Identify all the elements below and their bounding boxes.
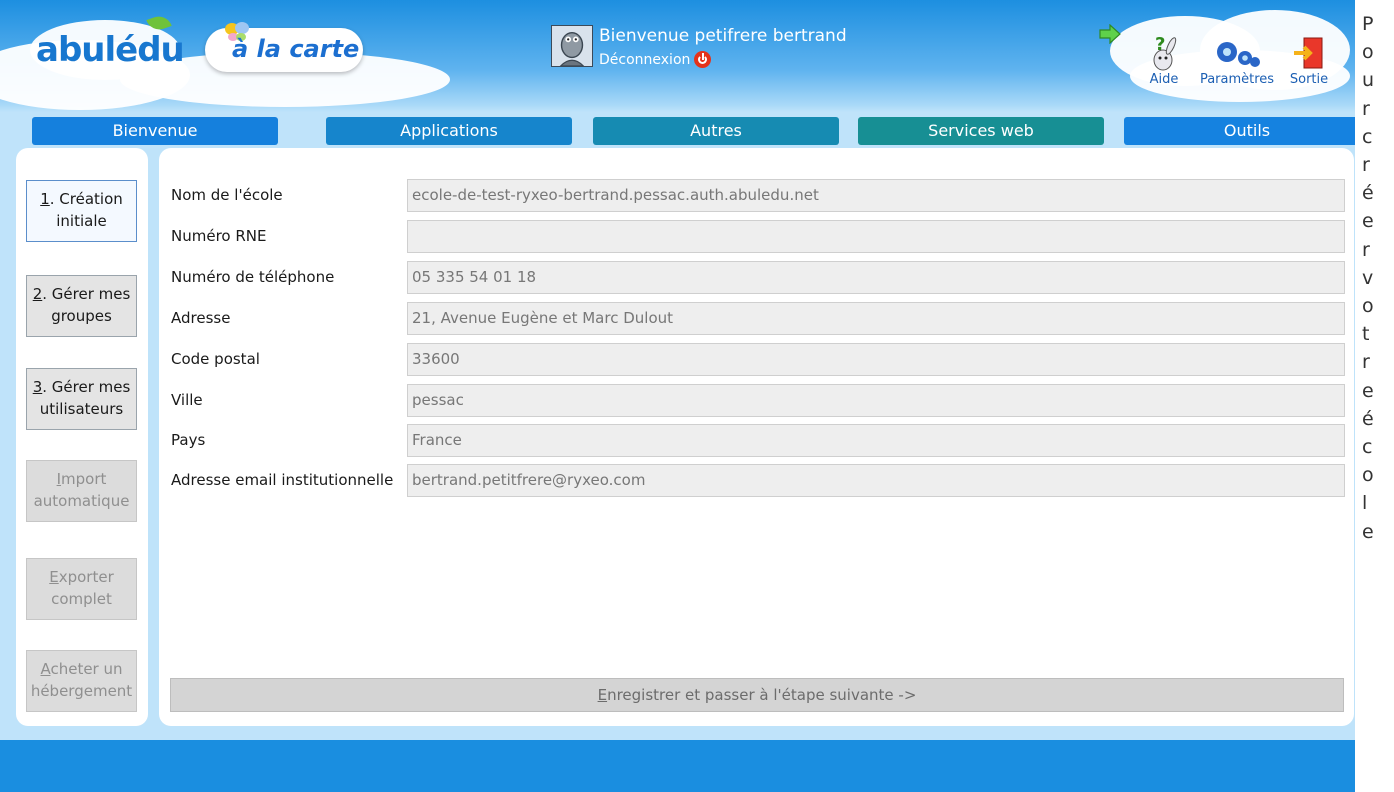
ville-field[interactable]: pessac	[407, 384, 1345, 417]
step-label: . Création	[49, 190, 123, 208]
form-row: Numéro RNE	[171, 220, 1347, 253]
form-row: Adresse email institutionnelle bertrand.…	[171, 464, 1347, 497]
step-label: . Gérer mes	[42, 285, 131, 303]
field-label-ville: Ville	[171, 391, 203, 409]
logout-label[interactable]: Déconnexion	[599, 52, 690, 68]
main-navigation: Bienvenue Applications Autres Services w…	[32, 117, 1355, 145]
step-key: A	[40, 660, 51, 678]
step-gerer-utilisateurs-button[interactable]: 3. Gérer mes utilisateurs	[26, 368, 137, 430]
caption-letter: e	[1362, 520, 1374, 543]
rne-field[interactable]	[407, 220, 1345, 253]
code-postal-field[interactable]: 33600	[407, 343, 1345, 376]
step-key: 3	[32, 378, 43, 396]
caption-letter: o	[1362, 464, 1374, 487]
settings-button[interactable]: Paramètres	[1193, 34, 1281, 87]
caption-letter: u	[1362, 69, 1375, 92]
field-label-email: Adresse email institutionnelle	[171, 471, 394, 489]
step-creation-initiale-button[interactable]: 1. Création initiale	[26, 180, 137, 242]
tab-services-web[interactable]: Services web	[858, 117, 1104, 145]
footer-bar	[0, 740, 1355, 792]
email-field[interactable]: bertrand.petitfrere@ryxeo.com	[407, 464, 1345, 497]
caption-letter: r	[1362, 238, 1370, 261]
carte-title: à la carte	[232, 35, 360, 63]
help-label[interactable]: Aide	[1150, 72, 1179, 87]
form-row: Ville pessac	[171, 384, 1347, 417]
field-label-rne: Numéro RNE	[171, 227, 267, 245]
caption-letter: l	[1362, 492, 1368, 515]
welcome-message: Bienvenue petifrere bertrand	[599, 26, 847, 46]
save-label: nregistrer et passer à l'étape suivante …	[607, 686, 917, 704]
pays-field[interactable]: France	[407, 424, 1345, 457]
step-label: cheter un	[50, 660, 123, 678]
help-rabbit-icon: ?	[1153, 34, 1177, 71]
form-row: Numéro de téléphone 05 335 54 01 18	[171, 261, 1347, 294]
settings-label[interactable]: Paramètres	[1200, 72, 1274, 87]
exit-door-icon	[1294, 37, 1323, 69]
caption-letter: o	[1362, 41, 1374, 64]
tab-bienvenue[interactable]: Bienvenue	[32, 117, 278, 145]
application-window: abulédu à la carte Bienvenue petifrere b…	[0, 0, 1355, 792]
caption-letter: t	[1362, 323, 1370, 346]
caption-letter: r	[1362, 97, 1370, 120]
step-gerer-groupes-button[interactable]: 2. Gérer mes groupes	[26, 275, 137, 337]
caption-letter: o	[1362, 295, 1374, 318]
caption-letter: e	[1362, 210, 1374, 233]
form-row: Adresse 21, Avenue Eugène et Marc Dulout	[171, 302, 1347, 335]
school-form-panel: Nom de l'école ecole-de-test-ryxeo-bertr…	[159, 148, 1354, 726]
field-label-adresse: Adresse	[171, 309, 231, 327]
logout-link[interactable]: Déconnexion	[599, 51, 712, 68]
step-label-line2: complet	[51, 590, 112, 608]
acheter-hebergement-button[interactable]: Acheter un hébergement	[26, 650, 137, 712]
telephone-field[interactable]: 05 335 54 01 18	[407, 261, 1345, 294]
form-row: Code postal 33600	[171, 343, 1347, 376]
field-label-nom-ecole: Nom de l'école	[171, 186, 283, 204]
tab-applications[interactable]: Applications	[326, 117, 572, 145]
step-key: 1	[40, 190, 50, 208]
tab-outils[interactable]: Outils	[1124, 117, 1355, 145]
form-row: Pays France	[171, 424, 1347, 457]
power-icon[interactable]	[694, 51, 712, 68]
caption-letter: P	[1362, 13, 1374, 35]
gears-icon	[1217, 42, 1260, 67]
caption-letter: r	[1362, 154, 1370, 177]
arrow-right-icon[interactable]	[1099, 24, 1121, 44]
step-label-line2: initiale	[56, 212, 107, 230]
import-automatique-button[interactable]: Import automatique	[26, 460, 137, 522]
caption-letter: r	[1362, 351, 1370, 374]
step-label: . Gérer mes	[42, 378, 131, 396]
caption-letter: e	[1362, 379, 1374, 402]
field-label-pays: Pays	[171, 431, 206, 449]
step-label-line2: hébergement	[30, 682, 133, 700]
step-label: mport	[61, 470, 107, 488]
nom-ecole-field[interactable]: ecole-de-test-ryxeo-bertrand.pessac.auth…	[407, 179, 1345, 212]
save-key: E	[597, 686, 608, 704]
step-key: E	[49, 568, 59, 586]
exporter-complet-button[interactable]: Exporter complet	[26, 558, 137, 620]
step-label-line2: groupes	[51, 307, 112, 325]
exit-label[interactable]: Sortie	[1290, 72, 1328, 87]
steps-sidebar: 1. Création initiale 2. Gérer mes groupe…	[16, 148, 148, 726]
form-row: Nom de l'école ecole-de-test-ryxeo-bertr…	[171, 179, 1347, 212]
caption-letter: é	[1362, 407, 1374, 430]
step-key: 2	[32, 285, 43, 303]
vertical-caption: Pourcréervotreécole	[1362, 10, 1384, 546]
caption-letter: c	[1362, 125, 1373, 148]
abuledu-logo[interactable]: abulédu	[36, 30, 185, 70]
save-and-next-button[interactable]: Enregistrer et passer à l'étape suivante…	[170, 678, 1344, 712]
tab-autres[interactable]: Autres	[593, 117, 839, 145]
help-button[interactable]: ? Aide	[1143, 34, 1185, 87]
user-avatar	[551, 25, 593, 67]
step-label: xporter	[58, 568, 114, 586]
field-label-telephone: Numéro de téléphone	[171, 268, 335, 286]
field-label-code-postal: Code postal	[171, 350, 260, 368]
step-label-line2: utilisateurs	[39, 400, 124, 418]
caption-letter: c	[1362, 436, 1373, 459]
caption-letter: é	[1362, 182, 1374, 205]
caption-letter: v	[1362, 266, 1374, 289]
step-label-line2: automatique	[33, 492, 130, 510]
exit-button[interactable]: Sortie	[1284, 34, 1334, 87]
adresse-field[interactable]: 21, Avenue Eugène et Marc Dulout	[407, 302, 1345, 335]
